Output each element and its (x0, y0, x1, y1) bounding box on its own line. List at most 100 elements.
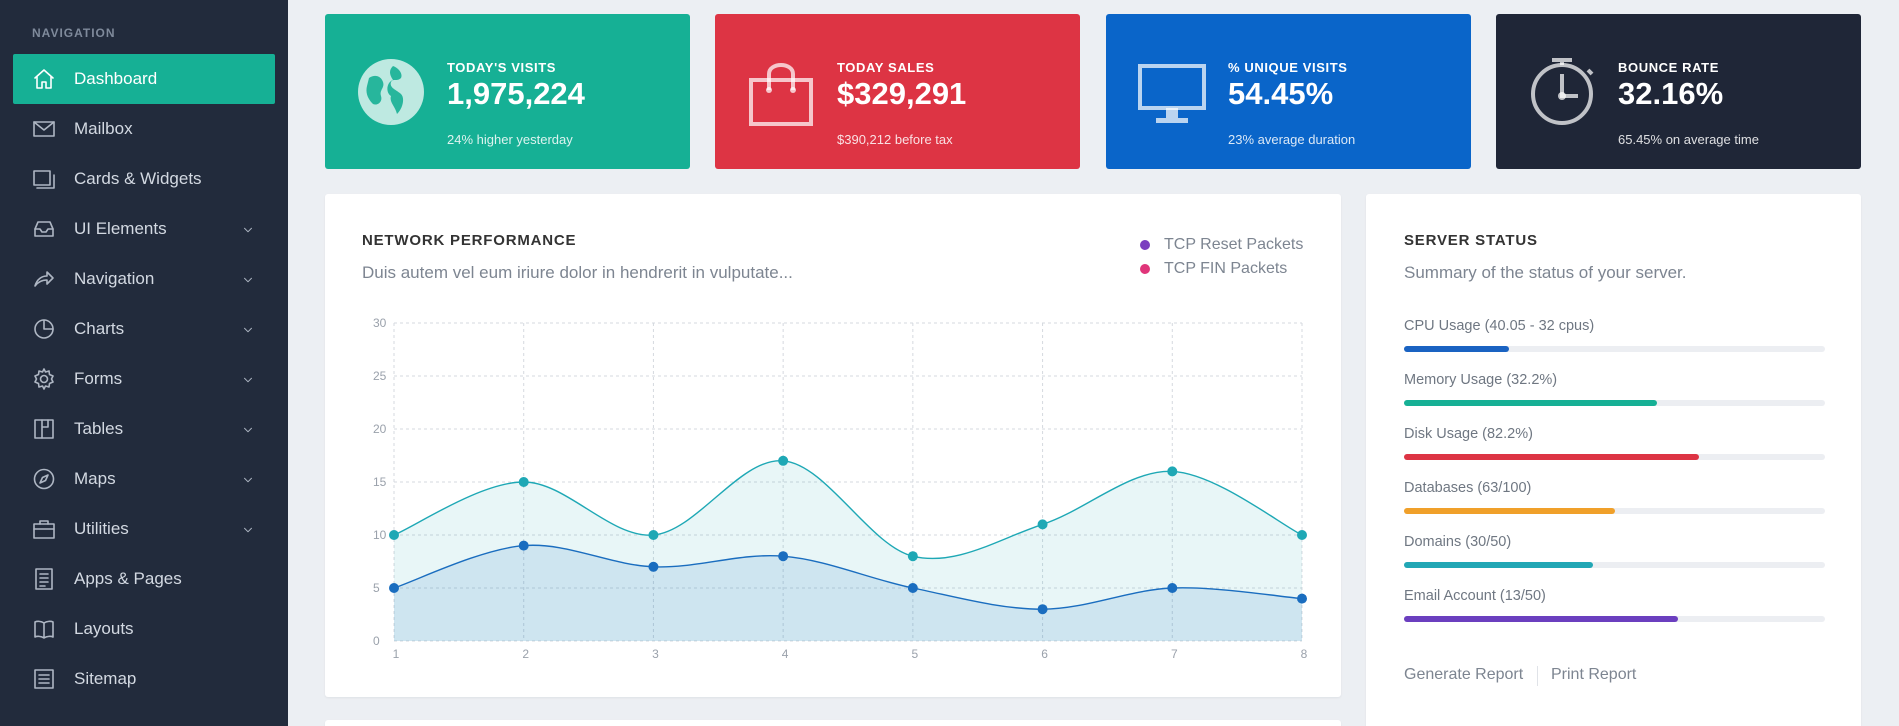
chevron-down-icon[interactable] (241, 522, 255, 536)
data-point-s2-1 (389, 583, 399, 593)
progress-track (1404, 400, 1825, 406)
data-point-s1-3 (648, 530, 659, 540)
progress-fill (1404, 562, 1594, 568)
progress-fill (1404, 454, 1699, 460)
sidebar-item-label: Cards & Widgets (74, 169, 202, 188)
sidebar-item-label: Tables (74, 419, 124, 438)
sidebar-item-label: Dashboard (74, 69, 158, 88)
chevron-down-icon[interactable] (241, 372, 255, 386)
y-tick-label: 5 (373, 581, 380, 595)
y-tick-label: 30 (373, 316, 387, 330)
progress-track (1404, 454, 1825, 460)
server-bar-label: Databases (63/100) (1404, 480, 1532, 496)
sidebar-item-maps[interactable]: Maps (13, 454, 275, 504)
sidebar-item-dashboard[interactable]: Dashboard (13, 54, 275, 104)
sidebar-item-label: Utilities (74, 519, 129, 538)
pie-chart-icon (32, 317, 56, 341)
list-icon (32, 667, 56, 691)
sidebar-item-label: Mailbox (74, 119, 133, 138)
chevron-down-icon[interactable] (241, 322, 255, 336)
cards-icon (32, 167, 56, 191)
stat-label: % UNIQUE VISITS (1228, 60, 1348, 75)
network-performance-panel: NETWORK PERFORMANCE Duis autem vel eum i… (325, 194, 1341, 697)
generate-report-link[interactable]: Generate Report (1404, 666, 1523, 684)
x-tick-label: 7 (1171, 647, 1178, 661)
stat-label: TODAY SALES (837, 60, 935, 75)
data-point-s1-7 (1167, 466, 1178, 477)
stat-card-2: TODAY SALES $329,291 $390,212 before tax (715, 14, 1080, 169)
server-bar-label: Email Account (13/50) (1404, 588, 1546, 604)
chevron-down-icon[interactable] (241, 472, 255, 486)
progress-fill (1404, 616, 1678, 622)
stat-value: 32.16% (1618, 76, 1724, 111)
progress-fill (1404, 346, 1510, 352)
y-tick-label: 0 (373, 634, 380, 648)
x-tick-label: 8 (1301, 647, 1308, 661)
data-point-s2-7 (1167, 583, 1178, 593)
data-point-s2-8 (1297, 593, 1307, 604)
y-tick-label: 20 (373, 422, 387, 436)
sidebar-item-mailbox[interactable]: Mailbox (13, 104, 275, 154)
stat-card-1: TODAY'S VISITS 1,975,224 24% higher yester… (325, 14, 690, 169)
sidebar-item-label: Navigation (74, 269, 155, 288)
y-tick-label: 10 (373, 528, 387, 542)
sidebar-item-layouts[interactable]: Layouts (13, 604, 275, 654)
stat-subtext: 24% higher yesterday (447, 132, 573, 147)
shopping-bag-icon (745, 56, 817, 128)
sidebar-item-utilities[interactable]: Utilities (13, 504, 275, 554)
sidebar-item-cards-widgets[interactable]: Cards & Widgets (13, 154, 275, 204)
data-point-s1-2 (518, 477, 529, 487)
server-status-panel: SERVER STATUS Summary of the status of y… (1366, 194, 1861, 726)
network-chart: 0 5 10 15 20 25 30 1 2 3 4 5 6 7 8 (373, 316, 1308, 661)
globe-icon (355, 56, 427, 128)
stat-label: TODAY'S VISITS (447, 60, 557, 75)
sidebar-item-forms[interactable]: Forms (13, 354, 275, 404)
data-point-s1-4 (778, 455, 789, 466)
progress-fill (1404, 400, 1657, 406)
sidebar-item-tables[interactable]: Tables (13, 404, 275, 454)
sidebar-item-navigation[interactable]: Navigation (13, 254, 275, 304)
sidebar: NAVIGATION Dashboard Mailbox Cards & Widge… (0, 0, 288, 726)
print-report-link[interactable]: Print Report (1551, 666, 1636, 684)
sidebar-item-label: Charts (74, 319, 125, 338)
x-tick-label: 1 (393, 647, 400, 661)
sidebar-item-ui-elements[interactable]: UI Elements (13, 204, 275, 254)
link-divider (1537, 666, 1538, 686)
progress-fill (1404, 508, 1615, 514)
data-point-s2-6 (1037, 604, 1048, 615)
server-subtitle: Summary of the status of your server. (1404, 263, 1687, 282)
data-point-s2-2 (518, 540, 529, 551)
stat-subtext: 65.45% on average time (1618, 132, 1759, 147)
data-point-s2-3 (648, 561, 659, 572)
sidebar-item-label: Maps (74, 469, 116, 488)
x-tick-label: 3 (652, 647, 659, 661)
sidebar-item-label: UI Elements (74, 219, 167, 238)
sidebar-item-sitemap[interactable]: Sitemap (13, 654, 275, 704)
stat-subtext: $390,212 before tax (837, 132, 953, 147)
progress-track (1404, 616, 1825, 622)
server-bar-label: Disk Usage (82.2%) (1404, 426, 1533, 442)
sidebar-item-apps-pages[interactable]: Apps & Pages (13, 554, 275, 604)
x-tick-label: 6 (1041, 647, 1048, 661)
home-icon (32, 67, 56, 91)
chevron-down-icon[interactable] (241, 222, 255, 236)
data-point-s1-5 (907, 551, 918, 562)
gear-icon (32, 367, 56, 391)
data-point-s1-1 (389, 530, 399, 540)
server-bar-label: Memory Usage (32.2%) (1404, 372, 1558, 388)
stat-card-3: % UNIQUE VISITS 54.45% 23% average duratio… (1106, 14, 1471, 169)
y-tick-label: 15 (373, 475, 387, 489)
nav-heading: NAVIGATION (32, 26, 116, 40)
server-bar-label: CPU Usage (40.05 - 32 cpus) (1404, 318, 1595, 334)
stat-card-4: BOUNCE RATE 32.16% 65.45% on average time (1496, 14, 1861, 169)
x-tick-label: 5 (912, 647, 919, 661)
server-title: SERVER STATUS (1404, 232, 1538, 249)
chevron-down-icon[interactable] (241, 272, 255, 286)
y-tick-label: 25 (373, 369, 387, 383)
data-point-s1-8 (1297, 530, 1307, 540)
document-icon (32, 567, 56, 591)
sidebar-item-charts[interactable]: Charts (13, 304, 275, 354)
sidebar-item-label: Forms (74, 369, 123, 388)
progress-track (1404, 562, 1825, 568)
chevron-down-icon[interactable] (241, 422, 255, 436)
